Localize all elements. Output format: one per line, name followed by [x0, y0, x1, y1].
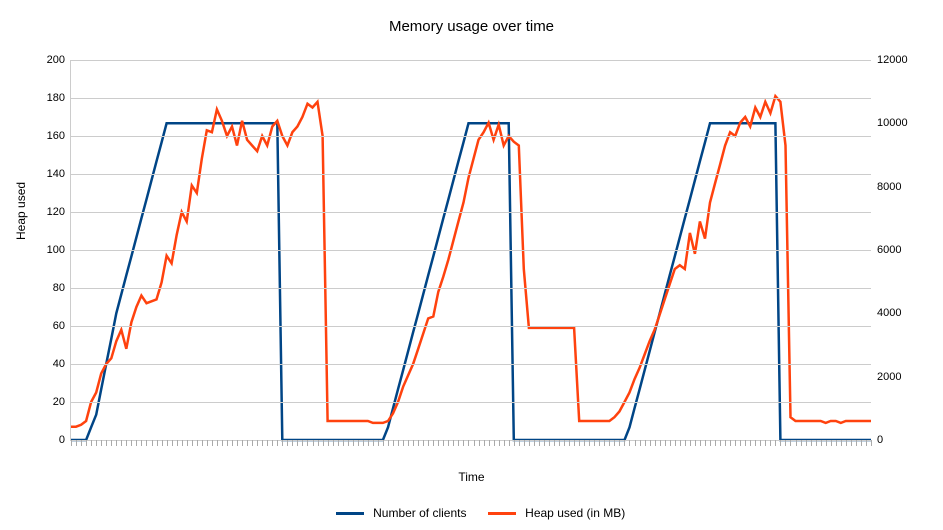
legend-label-heap: Heap used (in MB)	[525, 506, 625, 520]
y2-tick-label: 10000	[877, 117, 919, 129]
y2-tick-label: 2000	[877, 371, 919, 383]
y-tick-label: 200	[29, 54, 65, 66]
legend-swatch-clients	[336, 512, 364, 515]
y-tick-label: 180	[29, 92, 65, 104]
legend-label-clients: Number of clients	[373, 506, 466, 520]
line-heap-used	[71, 96, 871, 427]
y2-tick-label: 8000	[877, 181, 919, 193]
y-tick-label: 120	[29, 206, 65, 218]
chart-container: Memory usage over time Heap used 0204060…	[0, 0, 943, 530]
y2-tick-label: 12000	[877, 54, 919, 66]
y2-tick-label: 4000	[877, 307, 919, 319]
y-tick-label: 140	[29, 168, 65, 180]
y2-tick-label: 0	[877, 434, 919, 446]
y2-tick-label: 6000	[877, 244, 919, 256]
y-tick-label: 80	[29, 282, 65, 294]
x-axis-label: Time	[0, 470, 943, 484]
legend-swatch-heap	[488, 512, 516, 515]
y-axis-label: Heap used	[14, 182, 28, 240]
y-tick-label: 160	[29, 130, 65, 142]
y-tick-label: 40	[29, 358, 65, 370]
chart-title: Memory usage over time	[0, 0, 943, 35]
y-tick-label: 60	[29, 320, 65, 332]
plot-area: 0204060801001201401601802000200040006000…	[70, 60, 871, 441]
legend: Number of clients Heap used (in MB)	[0, 506, 943, 520]
y-tick-label: 100	[29, 244, 65, 256]
y-tick-label: 0	[29, 434, 65, 446]
y-tick-label: 20	[29, 396, 65, 408]
